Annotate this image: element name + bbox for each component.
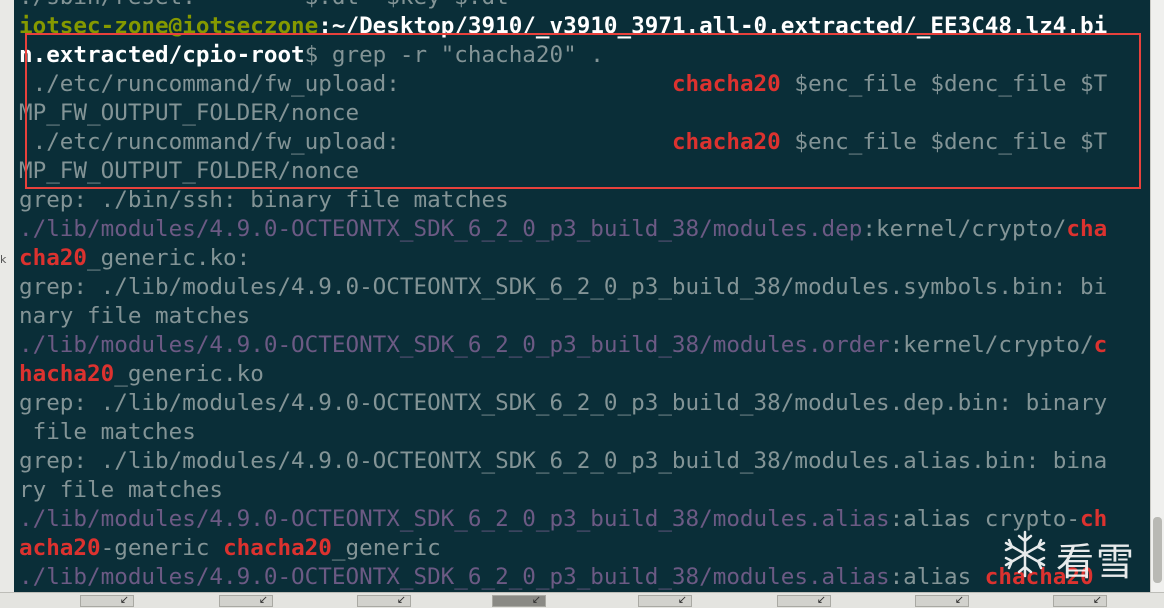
terminal-text: grep: ./lib/modules/4.9.0-OCTEONTX_SDK_6… <box>19 390 1108 416</box>
terminal-text: grep: ./lib/modules/4.9.0-OCTEONTX_SDK_6… <box>19 274 1108 300</box>
terminal-line: hacha20_generic.ko <box>19 360 1107 389</box>
watermark-text: 看雪 <box>1056 540 1137 584</box>
match-highlight: chacha20 <box>671 129 781 155</box>
restore-arrow-icon: ↙ <box>531 593 541 606</box>
terminal-text: ./etc/runcommand/fw_upload: <box>19 129 400 155</box>
terminal-line: acha20-generic chacha20_generic <box>19 534 1107 563</box>
terminal-line: grep: ./lib/modules/4.9.0-OCTEONTX_SDK_6… <box>19 273 1107 302</box>
terminal-scrollbar[interactable] <box>1150 0 1164 592</box>
snowflake-icon <box>1004 530 1046 578</box>
terminal-text: _generic <box>331 535 441 561</box>
taskbar-window-tile[interactable]: ↙ <box>492 593 546 607</box>
taskbar-window-tile[interactable]: ↙ <box>638 593 692 607</box>
terminal-text: _generic.ko: <box>87 245 251 271</box>
match-highlight: chacha20 <box>223 535 332 561</box>
terminal-line: nary file matches <box>19 302 1107 331</box>
terminal-text: grep: ./lib/modules/4.9.0-OCTEONTX_SDK_6… <box>19 448 1108 474</box>
restore-arrow-icon: ↙ <box>816 593 826 606</box>
terminal-line: MP_FW_OUTPUT_FOLDER/nonce <box>19 157 1107 186</box>
terminal-text: :~/Desktop/3910/_v3910_3971.all-0.extrac… <box>318 13 1108 39</box>
terminal-window[interactable]: ./sbin/reset: $.dt $key $.dt iotsec-zone@… <box>14 0 1150 592</box>
terminal-text: :kernel/crypto/ <box>862 216 1067 242</box>
terminal-line: file matches <box>19 418 1107 447</box>
terminal-line: ./sbin/reset: $.dt $key $.dt <box>19 0 1107 12</box>
terminal-text: grep: ./bin/ssh: binary file matches <box>19 187 509 213</box>
terminal-text: iotsec-zone@iotseczone <box>19 13 319 39</box>
terminal-line: ./etc/runcommand/fw_upload: chacha20 $en… <box>19 70 1108 99</box>
scrollbar-thumb[interactable] <box>1153 517 1162 583</box>
terminal-text: ./lib/modules/4.9.0-OCTEONTX_SDK_6_2_0_p… <box>19 332 890 358</box>
terminal-text: ry file matches <box>19 477 224 503</box>
restore-arrow-icon: ↙ <box>119 593 129 606</box>
match-highlight: hacha20 <box>19 361 115 387</box>
terminal-line: grep: ./lib/modules/4.9.0-OCTEONTX_SDK_6… <box>19 389 1107 418</box>
terminal-text: -generic <box>100 535 224 561</box>
terminal-line: cha20_generic.ko: <box>19 244 1107 273</box>
terminal-text: $ grep -r "chacha20" . <box>304 42 604 68</box>
match-highlight: c <box>1093 332 1108 358</box>
terminal-text: :kernel/crypto/ <box>889 332 1094 358</box>
restore-arrow-icon: ↙ <box>258 593 268 606</box>
taskbar-window-tile[interactable]: ↙ <box>80 593 134 607</box>
taskbar-window-tile[interactable]: ↙ <box>1053 593 1107 607</box>
match-highlight: cha <box>1066 216 1108 242</box>
taskbar-window-tile[interactable]: ↙ <box>357 593 411 607</box>
terminal-text: ./sbin/reset: $.dt $key $.dt <box>19 0 509 10</box>
terminal-text: :alias <box>889 564 985 590</box>
match-highlight: acha20 <box>19 535 101 561</box>
terminal-line: ./etc/runcommand/fw_upload: chacha20 $en… <box>19 128 1108 157</box>
terminal-text: ./lib/modules/4.9.0-OCTEONTX_SDK_6_2_0_p… <box>19 216 863 242</box>
restore-arrow-icon: ↙ <box>677 593 687 606</box>
terminal-line: n.extracted/cpio-root$ grep -r "chacha20… <box>19 41 1107 70</box>
terminal-text: $enc_file $denc_file $T <box>780 129 1108 155</box>
watermark: 看雪 <box>1000 525 1140 585</box>
terminal-text: ./lib/modules/4.9.0-OCTEONTX_SDK_6_2_0_p… <box>19 506 890 532</box>
terminal-line: ./lib/modules/4.9.0-OCTEONTX_SDK_6_2_0_p… <box>19 563 1107 592</box>
terminal-line: ry file matches <box>19 476 1107 505</box>
restore-arrow-icon: ↙ <box>396 593 406 606</box>
terminal-text: ./lib/modules/4.9.0-OCTEONTX_SDK_6_2_0_p… <box>19 564 890 590</box>
terminal-output: ./sbin/reset: $.dt $key $.dt iotsec-zone@… <box>19 0 1107 592</box>
terminal-text: nary file matches <box>19 303 251 329</box>
restore-arrow-icon: ↙ <box>954 593 964 606</box>
match-highlight: chacha20 <box>671 71 781 97</box>
terminal-line: ./lib/modules/4.9.0-OCTEONTX_SDK_6_2_0_p… <box>19 505 1107 534</box>
terminal-line: ./lib/modules/4.9.0-OCTEONTX_SDK_6_2_0_p… <box>19 331 1107 360</box>
terminal-line: MP_FW_OUTPUT_FOLDER/nonce <box>19 99 1107 128</box>
terminal-line: ./lib/modules/4.9.0-OCTEONTX_SDK_6_2_0_p… <box>19 215 1107 244</box>
terminal-line: grep: ./lib/modules/4.9.0-OCTEONTX_SDK_6… <box>19 447 1107 476</box>
terminal-text: ./etc/runcommand/fw_upload: <box>19 71 400 97</box>
taskbar-window-tile[interactable]: ↙ <box>219 593 273 607</box>
terminal-text: n.extracted/cpio-root <box>19 42 305 68</box>
taskbar-window-tile[interactable]: ↙ <box>915 593 969 607</box>
restore-arrow-icon: ↙ <box>1092 593 1102 606</box>
terminal-line: iotsec-zone@iotseczone:~/Desktop/3910/_v… <box>19 12 1107 41</box>
terminal-line: grep: ./bin/ssh: binary file matches <box>19 186 1107 215</box>
left-window-edge: k <box>0 0 15 607</box>
taskbar-window-tile[interactable]: ↙ <box>777 593 831 607</box>
terminal-text: file matches <box>19 419 196 445</box>
terminal-text: $enc_file $denc_file $T <box>780 71 1108 97</box>
taskbar: ↙ ↙ ↙ ↙ ↙ ↙ ↙ ↙ <box>0 592 1164 608</box>
terminal-text: MP_FW_OUTPUT_FOLDER/nonce <box>19 158 360 184</box>
left-edge-glyph: k <box>0 253 7 266</box>
terminal-text: _generic.ko <box>114 361 264 387</box>
match-highlight: cha20 <box>19 245 88 271</box>
terminal-text: MP_FW_OUTPUT_FOLDER/nonce <box>19 100 360 126</box>
